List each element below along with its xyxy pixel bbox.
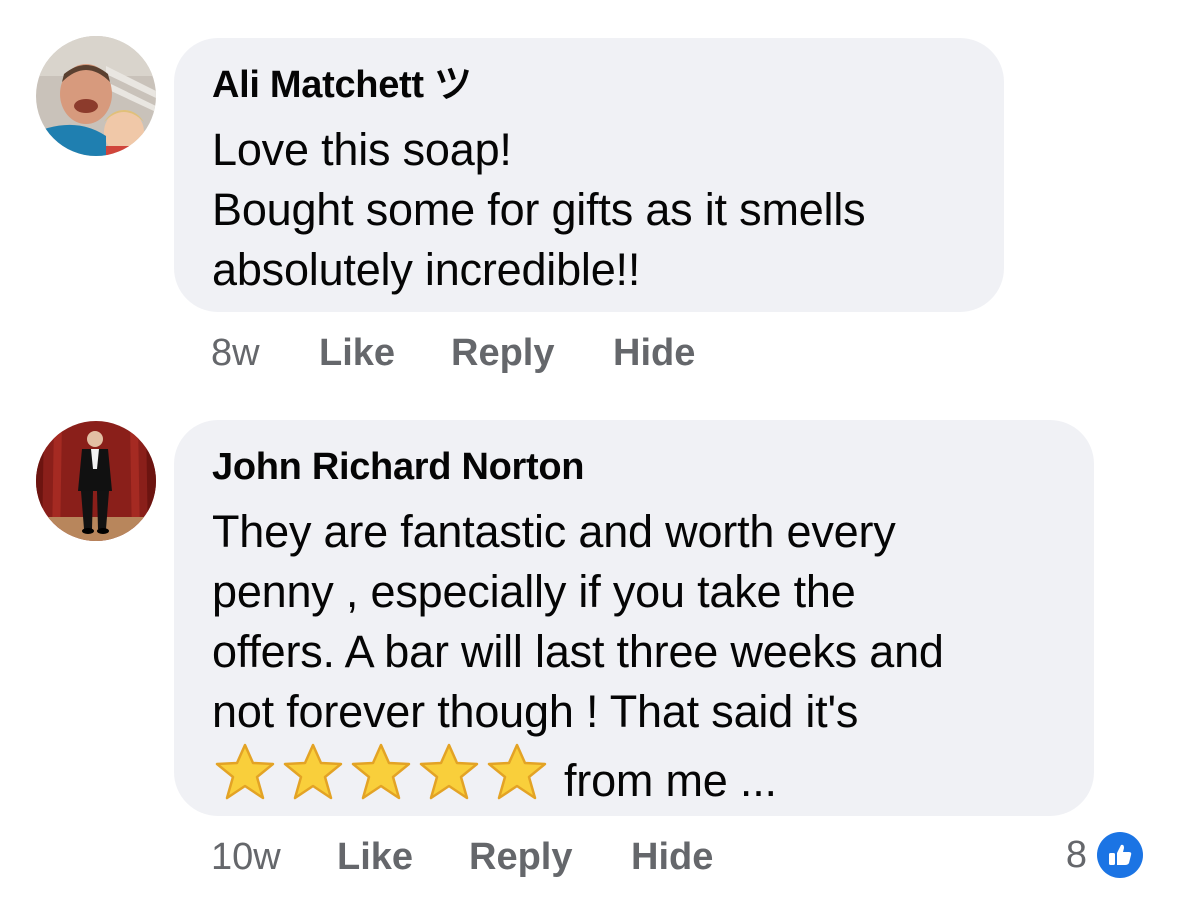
comment-timestamp[interactable]: 10w bbox=[211, 834, 337, 880]
reply-button[interactable]: Reply bbox=[469, 834, 631, 880]
comment-author[interactable]: Ali Matchett ツ bbox=[212, 62, 968, 108]
avatar[interactable] bbox=[36, 421, 156, 541]
hide-button[interactable]: Hide bbox=[613, 330, 695, 376]
comment-line: not forever though ! That said it's bbox=[212, 686, 859, 737]
comment-rating-line: from me ... bbox=[212, 742, 1058, 811]
reply-button[interactable]: Reply bbox=[451, 330, 613, 376]
star-icon bbox=[351, 743, 411, 800]
comment-bubble: John Richard Norton They are fantastic a… bbox=[174, 420, 1094, 816]
rating-suffix: from me ... bbox=[564, 755, 777, 806]
comment-line: absolutely incredible!! bbox=[212, 244, 641, 295]
reaction-summary[interactable]: 8 bbox=[1066, 832, 1143, 878]
star-rating bbox=[212, 742, 550, 802]
comment-meta: 10w Like Reply Hide bbox=[211, 834, 713, 880]
star-icon bbox=[419, 743, 479, 800]
comment-timestamp[interactable]: 8w bbox=[211, 330, 319, 376]
like-button[interactable]: Like bbox=[337, 834, 469, 880]
star-icon bbox=[487, 743, 547, 800]
comment-line: Bought some for gifts as it smells bbox=[212, 184, 866, 235]
comment-author[interactable]: John Richard Norton bbox=[212, 444, 1058, 490]
star-icon bbox=[283, 743, 343, 800]
reaction-count: 8 bbox=[1065, 833, 1087, 876]
avatar-photo bbox=[36, 36, 156, 156]
avatar-photo bbox=[36, 421, 156, 541]
comment-line: Love this soap! bbox=[212, 124, 512, 175]
comment-bubble: Ali Matchett ツ Love this soap! Bought so… bbox=[174, 38, 1004, 312]
comment-meta: 8w Like Reply Hide bbox=[211, 330, 695, 376]
comment-line: offers. A bar will last three weeks and bbox=[212, 626, 944, 677]
star-icon bbox=[215, 743, 275, 800]
thumbs-up-icon bbox=[1097, 832, 1143, 878]
hide-button[interactable]: Hide bbox=[631, 834, 713, 880]
avatar[interactable] bbox=[36, 36, 156, 156]
comment-line: They are fantastic and worth every bbox=[212, 506, 896, 557]
like-button[interactable]: Like bbox=[319, 330, 451, 376]
comment-line: penny , especially if you take the bbox=[212, 566, 856, 617]
